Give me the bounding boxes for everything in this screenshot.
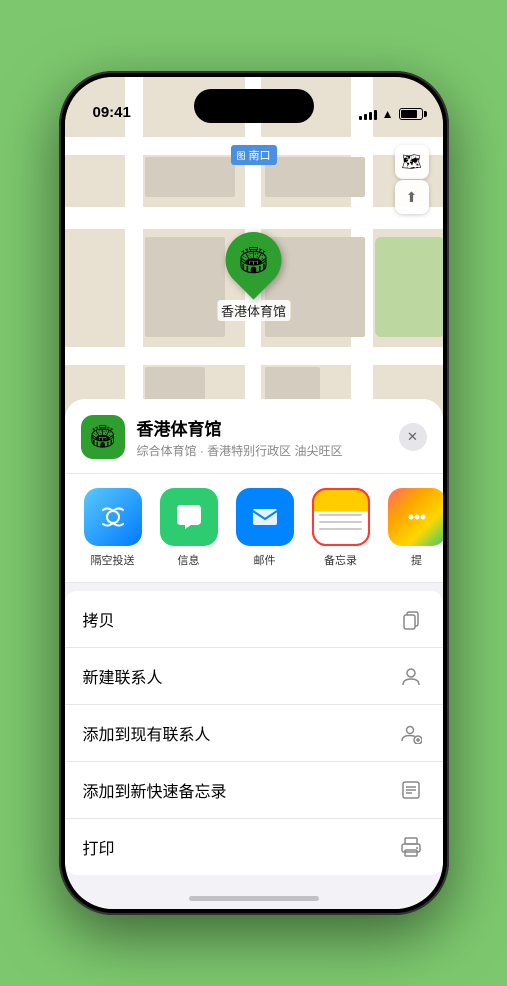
status-time: 09:41 xyxy=(93,104,131,121)
map-label-text: 南口 xyxy=(249,147,271,163)
notes-icon xyxy=(312,488,370,546)
notes-label: 备忘录 xyxy=(324,552,357,568)
mail-icon xyxy=(236,488,294,546)
close-button[interactable]: ✕ xyxy=(399,423,427,451)
map-label-icon: 图 xyxy=(236,149,245,162)
more-share-icon xyxy=(388,488,443,546)
map-label: 图 南口 xyxy=(230,145,276,165)
location-button[interactable]: ⬆ xyxy=(395,180,429,214)
venue-info: 香港体育馆 综合体育馆 · 香港特别行政区 油尖旺区 xyxy=(137,415,387,459)
action-quick-note-label: 添加到新快速备忘录 xyxy=(83,778,397,802)
airdrop-icon xyxy=(84,488,142,546)
copy-icon xyxy=(397,605,425,633)
dynamic-island xyxy=(194,89,314,123)
share-item-more[interactable]: 提 xyxy=(385,488,443,568)
venue-pin-label: 香港体育馆 xyxy=(217,300,290,321)
action-copy-label: 拷贝 xyxy=(83,607,397,631)
status-icons: ▲ xyxy=(359,107,423,121)
action-add-existing-contact[interactable]: 添加到现有联系人 xyxy=(65,705,443,762)
share-item-mail[interactable]: 邮件 xyxy=(233,488,297,568)
new-contact-icon xyxy=(397,662,425,690)
wifi-icon: ▲ xyxy=(382,107,394,121)
share-item-airdrop[interactable]: 隔空投送 xyxy=(81,488,145,568)
share-item-messages[interactable]: 信息 xyxy=(157,488,221,568)
quick-note-icon xyxy=(397,776,425,804)
action-add-existing-label: 添加到现有联系人 xyxy=(83,721,397,745)
pin-bubble-icon: 🏟 xyxy=(237,245,270,276)
share-row: 隔空投送 信息 xyxy=(65,474,443,583)
pin-bubble: 🏟 xyxy=(214,220,293,299)
map-controls: 🗺 ⬆ xyxy=(395,145,429,214)
venue-pin[interactable]: 🏟 香港体育馆 xyxy=(217,232,290,321)
action-print[interactable]: 打印 xyxy=(65,819,443,875)
venue-desc: 综合体育馆 · 香港特别行政区 油尖旺区 xyxy=(137,442,387,459)
mail-label: 邮件 xyxy=(254,552,276,568)
airdrop-label: 隔空投送 xyxy=(91,552,135,568)
battery-fill xyxy=(401,110,417,118)
bottom-sheet: 🏟 香港体育馆 综合体育馆 · 香港特别行政区 油尖旺区 ✕ xyxy=(65,399,443,909)
venue-logo: 🏟 xyxy=(81,415,125,459)
action-print-label: 打印 xyxy=(83,835,397,859)
print-icon xyxy=(397,833,425,861)
signal-bar-2 xyxy=(364,114,367,120)
action-list: 拷贝 新建联系人 xyxy=(65,591,443,875)
phone-frame: 图 南口 🗺 ⬆ 🏟 香港体育馆 09:41 xyxy=(59,71,449,915)
messages-label: 信息 xyxy=(178,552,200,568)
messages-icon xyxy=(160,488,218,546)
sheet-header: 🏟 香港体育馆 综合体育馆 · 香港特别行政区 油尖旺区 ✕ xyxy=(65,399,443,474)
signal-bar-3 xyxy=(369,112,372,120)
action-new-contact[interactable]: 新建联系人 xyxy=(65,648,443,705)
signal-bar-4 xyxy=(374,110,377,120)
venue-name: 香港体育馆 xyxy=(137,415,387,440)
share-item-notes[interactable]: 备忘录 xyxy=(309,488,373,568)
action-new-contact-label: 新建联系人 xyxy=(83,664,397,688)
home-indicator xyxy=(189,896,319,901)
battery-icon xyxy=(399,108,423,120)
phone-screen: 图 南口 🗺 ⬆ 🏟 香港体育馆 09:41 xyxy=(65,77,443,909)
action-copy[interactable]: 拷贝 xyxy=(65,591,443,648)
add-contact-icon xyxy=(397,719,425,747)
map-type-button[interactable]: 🗺 xyxy=(395,145,429,179)
more-label: 提 xyxy=(411,552,422,568)
action-quick-note[interactable]: 添加到新快速备忘录 xyxy=(65,762,443,819)
signal-bars xyxy=(359,108,377,120)
signal-bar-1 xyxy=(359,116,362,120)
